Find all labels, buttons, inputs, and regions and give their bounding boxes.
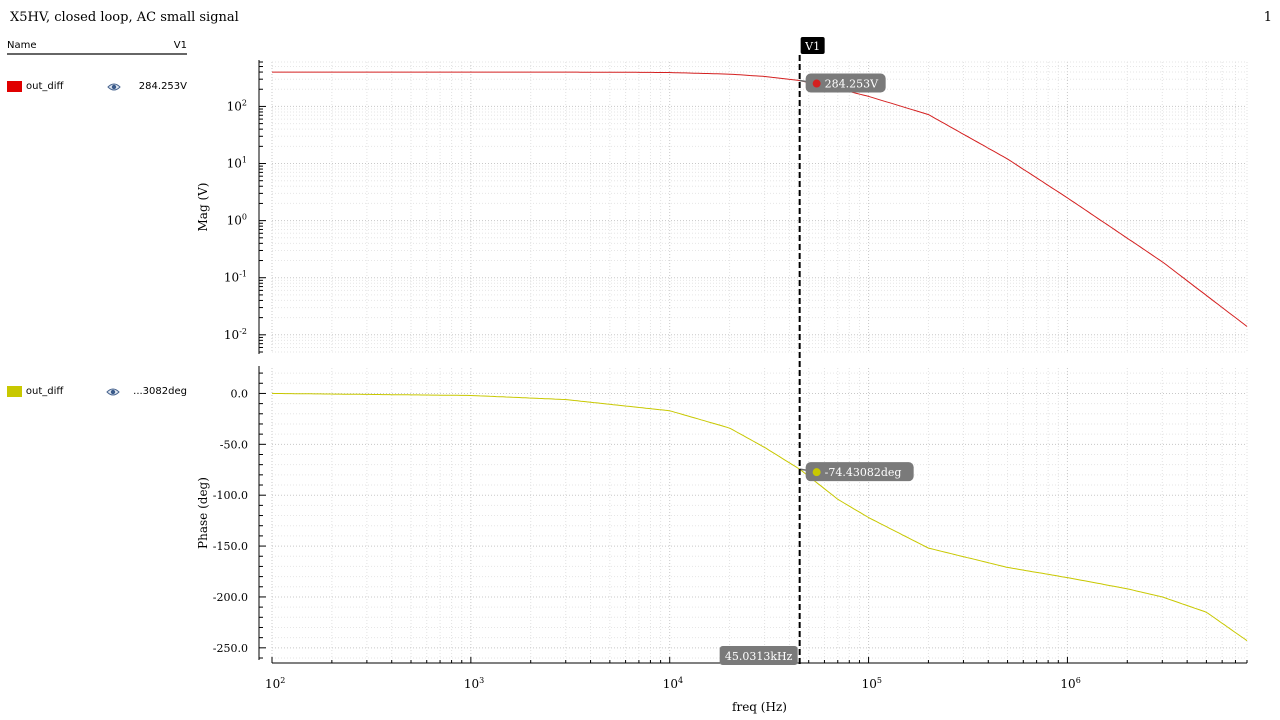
x-tick-label: 105 xyxy=(862,676,882,691)
marker-label: -74.43082deg xyxy=(825,466,902,479)
y-axis-label: Mag (V) xyxy=(196,183,210,232)
x-tick-label: 102 xyxy=(265,676,285,691)
magnitude-curve xyxy=(272,71,1248,327)
x-tick-label: 104 xyxy=(663,676,683,691)
y-tick-label: 0.0 xyxy=(231,387,249,400)
y-tick-label: -150.0 xyxy=(213,540,248,553)
y-tick-label: -100.0 xyxy=(213,489,248,502)
magnitude-panel: 102 101 100 10-1 10-2 Mag (V) 284.253V xyxy=(196,60,1248,354)
phase-panel: 0.0 -50.0 -100.0 -150.0 -200.0 -250.0 Phase (d… xyxy=(196,366,1248,660)
marker-dot xyxy=(812,468,821,477)
x-tick-label: 103 xyxy=(464,676,484,691)
y-tick-label: 100 xyxy=(227,213,247,228)
x-axis-label: freq (Hz) xyxy=(732,700,787,714)
y-axis-label: Phase (deg) xyxy=(196,477,210,549)
y-tick-label: -200.0 xyxy=(213,591,248,604)
y-tick-label: -50.0 xyxy=(220,438,248,451)
y-tick-label: -250.0 xyxy=(213,642,248,655)
y-tick-label: 10-2 xyxy=(224,327,247,342)
marker-label: 284.253V xyxy=(825,78,879,91)
phase-curve xyxy=(271,392,1248,642)
y-tick-label: 102 xyxy=(227,98,247,113)
cursor-x-label: 45.0313kHz xyxy=(725,650,793,663)
x-tick-label: 106 xyxy=(1060,676,1080,691)
y-tick-label: 101 xyxy=(227,156,247,171)
cursor-flag-label: V1 xyxy=(804,40,820,53)
bode-plot[interactable]: 102 101 100 10-1 10-2 Mag (V) 284.253V 0.0 -50.0… xyxy=(0,0,1280,720)
marker-dot xyxy=(812,79,821,88)
y-tick-label: 10-1 xyxy=(224,270,247,285)
